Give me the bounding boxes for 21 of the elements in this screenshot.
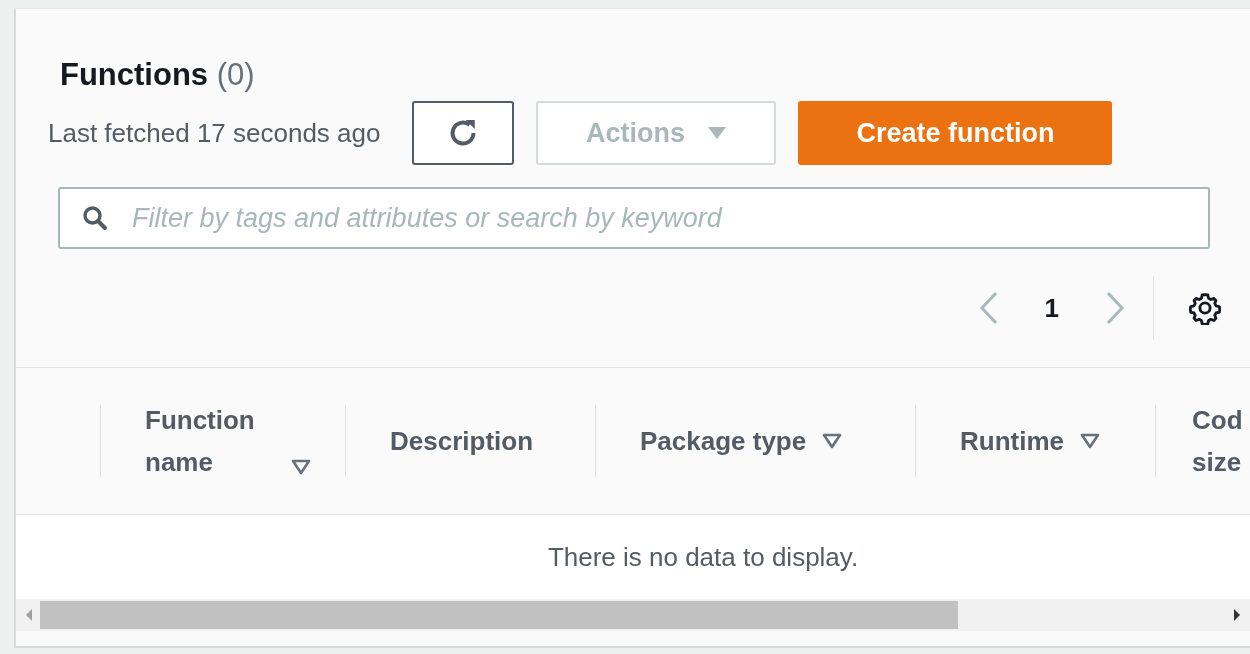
page-number[interactable]: 1 — [1044, 292, 1059, 324]
sort-icon[interactable] — [291, 459, 311, 475]
scroll-right-icon[interactable] — [1232, 608, 1242, 622]
column-header: Cod size — [1192, 404, 1243, 479]
search-field[interactable]: Filter by tags and attributes or search by keyword — [58, 187, 1210, 249]
settings-icon[interactable] — [1188, 291, 1222, 325]
column-header[interactable]: Runtime — [960, 425, 1064, 457]
caret-icon — [706, 126, 727, 140]
empty-table-message: There is no data to display. — [547, 541, 859, 573]
refresh-button[interactable] — [412, 101, 515, 165]
column-header[interactable]: Function name — [145, 399, 275, 483]
column-header[interactable]: Package type — [640, 425, 807, 457]
scrollbar-thumb[interactable] — [40, 601, 958, 629]
function-count: (0) — [216, 57, 255, 92]
sort-icon[interactable] — [1080, 433, 1100, 449]
panel-title: Functions — [60, 57, 209, 92]
horizontal-scrollbar[interactable] — [16, 599, 1250, 631]
last-fetched-text: Last fetched 17 seconds ago — [48, 117, 381, 149]
column-header: Description — [390, 425, 534, 457]
sort-icon[interactable] — [822, 433, 843, 449]
search-icon — [82, 205, 108, 231]
